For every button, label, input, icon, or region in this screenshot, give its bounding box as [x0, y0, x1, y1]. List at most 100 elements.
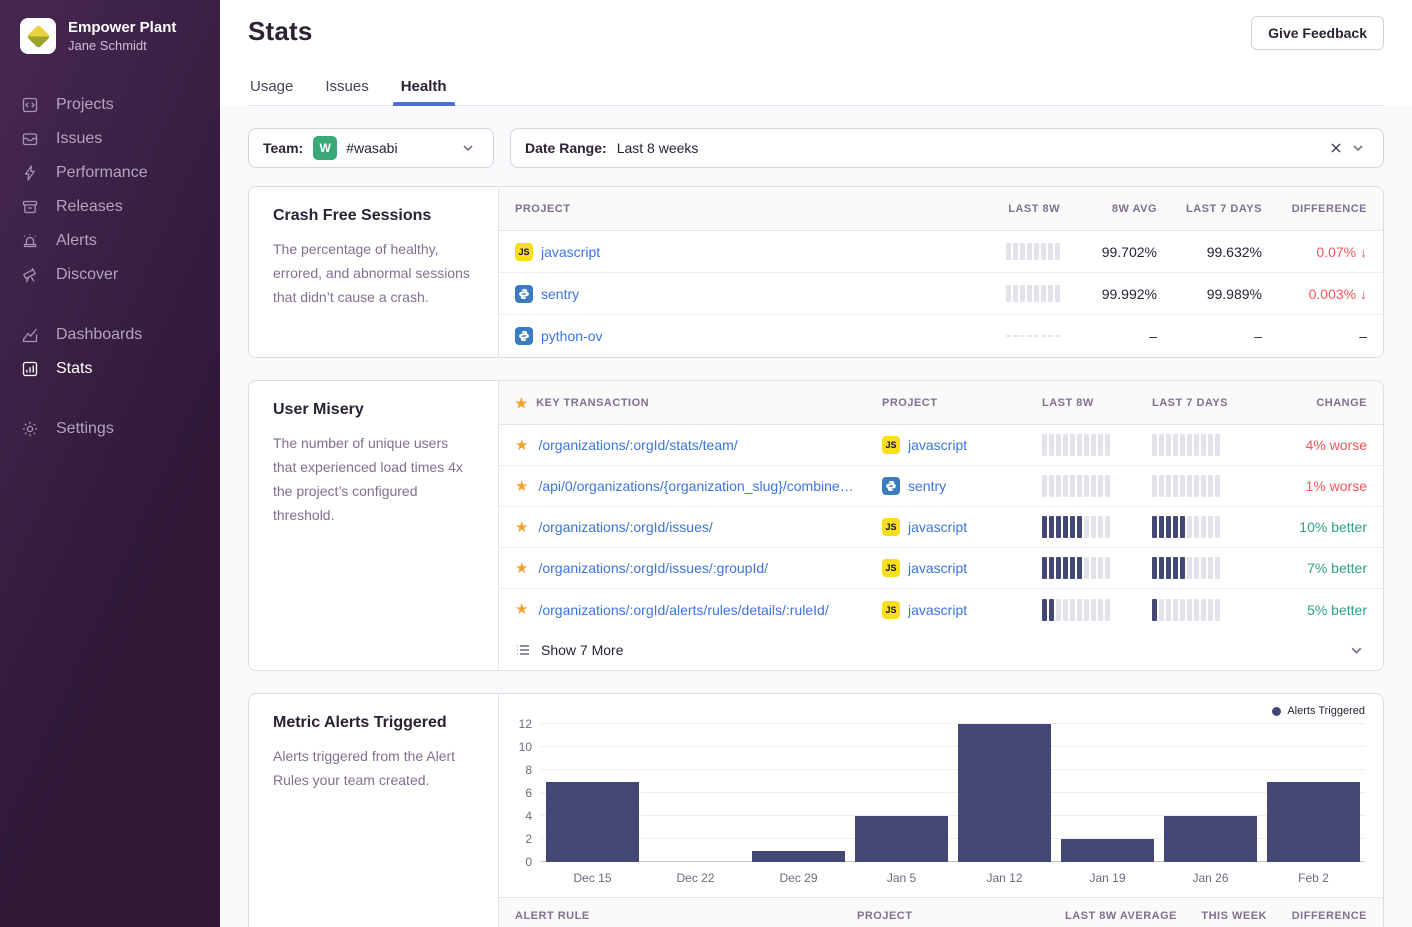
project-link[interactable]: javascript — [908, 519, 967, 535]
alerts-bar[interactable] — [855, 816, 948, 862]
key-transaction-star-icon[interactable]: ★ — [515, 561, 528, 576]
card-description: Alerts triggered from the Alert Rules yo… — [273, 744, 474, 792]
chevron-down-icon[interactable] — [1347, 137, 1369, 159]
projects-icon — [20, 95, 40, 115]
table-row: ★ /organizations/:orgId/stats/team/JSjava… — [499, 425, 1383, 466]
user-misery-card: User Misery The number of unique users t… — [248, 380, 1384, 671]
sidebar-item-alerts[interactable]: Alerts — [20, 224, 220, 258]
project-link[interactable]: javascript — [908, 602, 967, 618]
page-header: Stats Give Feedback Usage Issues Health — [220, 0, 1412, 106]
team-selector[interactable]: Team: W #wasabi — [248, 128, 494, 168]
sidebar-item-settings[interactable]: Settings — [20, 412, 220, 446]
table-row: ★ /api/0/organizations/{organization_slug… — [499, 466, 1383, 507]
discover-icon — [20, 265, 40, 285]
alerts-bar[interactable] — [1061, 839, 1154, 862]
javascript-platform-icon: JS — [882, 518, 900, 536]
transaction-cell: ★ /organizations/:orgId/alerts/rules/deta… — [515, 602, 882, 618]
project-link[interactable]: sentry — [908, 478, 946, 494]
team-avatar: W — [313, 136, 337, 160]
alerts-bar[interactable] — [958, 724, 1051, 862]
project-link[interactable]: python-ov — [541, 328, 602, 344]
chevron-down-icon[interactable] — [1345, 639, 1367, 661]
last7-value: – — [1254, 328, 1262, 344]
project-link[interactable]: sentry — [541, 286, 579, 302]
key-transaction-star-icon[interactable]: ★ — [515, 602, 528, 617]
table-row: JSjavascript 99.702% 99.632% 0.07% ↓ — [499, 231, 1383, 273]
sidebar-item-performance[interactable]: Performance — [20, 156, 220, 190]
alerts-chart-plot — [541, 724, 1365, 862]
transaction-link[interactable]: /organizations/:orgId/alerts/rules/detai… — [538, 602, 828, 618]
transaction-cell: ★ /api/0/organizations/{organization_slug… — [515, 478, 882, 494]
clear-icon[interactable] — [1325, 137, 1347, 159]
key-transaction-star-icon[interactable]: ★ — [515, 520, 528, 535]
show-more-button[interactable]: Show 7 More — [499, 630, 1383, 670]
change-value: 7% better — [1307, 560, 1367, 576]
settings-gear-icon — [20, 419, 40, 439]
crash-free-sessions-card: Crash Free Sessions The percentage of he… — [248, 186, 1384, 358]
transaction-link[interactable]: /organizations/:orgId/stats/team/ — [538, 437, 737, 453]
sidebar-item-label: Settings — [56, 420, 114, 438]
tab-health[interactable]: Health — [399, 72, 449, 105]
sidebar-item-stats[interactable]: Stats — [20, 352, 220, 386]
spark-8w-cell — [1042, 434, 1152, 456]
sparkline — [1006, 335, 1060, 337]
project-link[interactable]: javascript — [908, 437, 967, 453]
alerts-bar[interactable] — [1267, 782, 1360, 863]
x-tick-label: Dec 15 — [541, 871, 644, 885]
alerts-chart: Alerts Triggered 024681012 Dec 15Dec 22D… — [499, 694, 1383, 897]
transaction-link[interactable]: /organizations/:orgId/issues/:groupId/ — [538, 560, 768, 576]
sidebar-item-projects[interactable]: Projects — [20, 88, 220, 122]
metric-alerts-card: Metric Alerts Triggered Alerts triggered… — [248, 693, 1384, 927]
sparkline — [1006, 285, 1060, 302]
chevron-down-icon[interactable] — [457, 137, 479, 159]
alerts-bar[interactable] — [546, 782, 639, 863]
page-title: Stats — [248, 16, 313, 47]
table-row: ★ /organizations/:orgId/alerts/rules/deta… — [499, 589, 1383, 630]
date-range-selector[interactable]: Date Range: Last 8 weeks — [510, 128, 1384, 168]
javascript-platform-icon: JS — [882, 601, 900, 619]
bar-slot — [644, 724, 747, 862]
sparkline — [1042, 599, 1152, 621]
change-value: 1% worse — [1306, 478, 1367, 494]
tab-issues[interactable]: Issues — [323, 72, 370, 105]
sparkline — [1042, 475, 1152, 497]
tab-usage[interactable]: Usage — [248, 72, 295, 105]
project-cell: JSjavascript — [515, 243, 955, 261]
transaction-cell: ★ /organizations/:orgId/issues/ — [515, 519, 882, 535]
sidebar-item-discover[interactable]: Discover — [20, 258, 220, 292]
last7-value: 99.989% — [1207, 286, 1262, 302]
project-cell: JSjavascript — [882, 436, 1042, 454]
give-feedback-button[interactable]: Give Feedback — [1251, 16, 1384, 50]
card-description: The percentage of healthy, errored, and … — [273, 237, 474, 309]
difference-value: 0.07% ↓ — [1316, 244, 1367, 260]
sidebar-item-label: Projects — [56, 96, 114, 114]
transaction-link[interactable]: /organizations/:orgId/issues/ — [538, 519, 712, 535]
empower-plant-diamond-icon — [26, 24, 50, 48]
project-cell: python-ov — [515, 327, 955, 345]
project-cell: JS javascript — [882, 518, 1042, 536]
key-transaction-star-icon[interactable]: ★ — [515, 438, 528, 453]
last7-value: 99.632% — [1207, 244, 1262, 260]
avg-value: 99.702% — [1102, 244, 1157, 260]
org-switcher[interactable]: Empower Plant Jane Schmidt — [20, 18, 220, 54]
sparkline — [1042, 434, 1152, 456]
transaction-cell: ★ /organizations/:orgId/issues/:groupId/ — [515, 560, 882, 576]
spark-8w-cell — [1042, 516, 1152, 538]
sidebar-item-releases[interactable]: Releases — [20, 190, 220, 224]
sidebar-item-dashboards[interactable]: Dashboards — [20, 318, 220, 352]
stats-icon — [20, 359, 40, 379]
sparkline — [1152, 557, 1262, 579]
star-icon: ★ — [515, 396, 528, 410]
chart-legend[interactable]: Alerts Triggered — [509, 702, 1365, 720]
project-link[interactable]: javascript — [541, 244, 600, 260]
python-platform-icon — [882, 477, 900, 495]
sidebar-item-issues[interactable]: Issues — [20, 122, 220, 156]
project-cell: sentry — [882, 477, 1042, 495]
transaction-link[interactable]: /api/0/organizations/{organization_slug}… — [538, 478, 853, 494]
spark-8w-cell — [1042, 475, 1152, 497]
key-transaction-star-icon[interactable]: ★ — [515, 479, 528, 494]
alerts-bar[interactable] — [752, 851, 845, 863]
alerts-bar[interactable] — [1164, 816, 1257, 862]
project-link[interactable]: javascript — [908, 560, 967, 576]
bar-slot — [747, 724, 850, 862]
